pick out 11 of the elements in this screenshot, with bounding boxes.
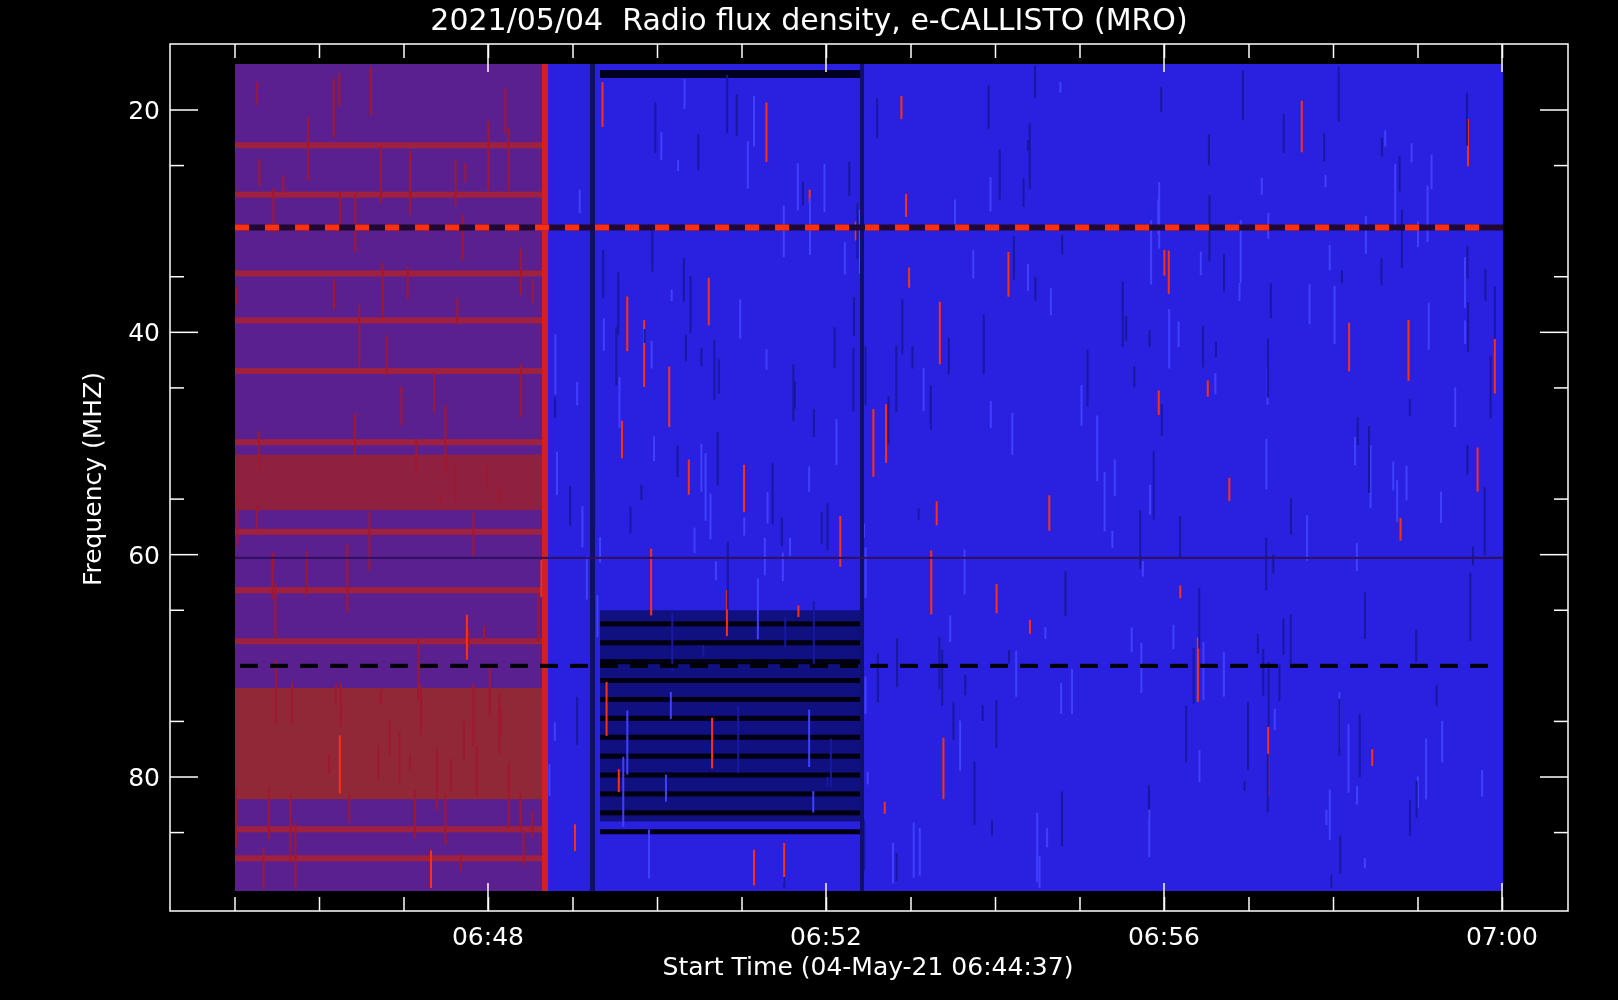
plot-title: 2021/05/04 Radio flux density, e-CALLISTO (MRO)	[430, 2, 1188, 37]
y-tick-label: 40	[128, 318, 160, 348]
x-tick-label: 06:52	[790, 922, 862, 951]
y-tick-label: 20	[128, 96, 160, 125]
y-axis-label: Frequency (MHZ)	[78, 371, 107, 587]
x-axis-label: Start Time (04-May-21 06:44:37)	[662, 952, 1074, 981]
y-tick-label: 60	[128, 540, 160, 570]
x-tick-label: 07:00	[1466, 922, 1538, 951]
x-tick-label: 06:48	[452, 922, 524, 951]
x-tick-label: 06:56	[1128, 922, 1200, 951]
y-tick-label: 80	[128, 763, 160, 792]
